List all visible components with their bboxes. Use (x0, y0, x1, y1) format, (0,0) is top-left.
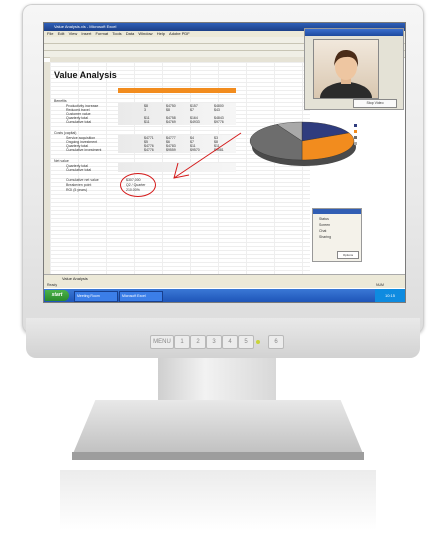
legend-swatch-2 (354, 130, 357, 133)
monitor-button-2[interactable]: 2 (190, 335, 206, 349)
panel-item[interactable]: Chat (319, 229, 326, 233)
taskbar-item[interactable]: Meeting Room (74, 291, 118, 302)
chart-legend (354, 124, 357, 145)
person-icon (320, 49, 372, 98)
monitor-button-6[interactable]: 6 (268, 335, 284, 349)
start-button[interactable]: start (45, 290, 69, 301)
panel-item[interactable]: Screen (319, 223, 330, 227)
sharing-panel[interactable]: Status Screen Chat Sharing Options (312, 208, 362, 262)
panel-item[interactable]: Sharing (319, 235, 331, 239)
panel-title-bar (313, 209, 361, 214)
webcam-feed (313, 39, 379, 99)
status-bar: Ready NUM (44, 282, 405, 288)
legend-swatch-1 (354, 124, 357, 127)
monitor-reflection (60, 470, 376, 530)
status-left: Ready (47, 283, 58, 287)
video-window[interactable]: Stop Video (304, 28, 404, 110)
status-right: NUM (376, 283, 384, 287)
sheet-tab-value-analysis[interactable]: Value Analysis (62, 276, 88, 281)
stop-video-button[interactable]: Stop Video (353, 99, 397, 108)
legend-swatch-4 (354, 142, 357, 145)
taskbar: start Meeting Room Microsoft Excel 10:15 (44, 289, 405, 302)
power-led (256, 340, 260, 344)
panel-options-button[interactable]: Options (337, 251, 359, 259)
monitor-button-5[interactable]: 5 (238, 335, 254, 349)
video-title-bar (305, 29, 403, 36)
monitor-base-edge (72, 452, 364, 460)
pie-chart (249, 121, 355, 161)
monitor-button-3[interactable]: 3 (206, 335, 222, 349)
monitor-base (72, 400, 364, 456)
legend-swatch-3 (354, 136, 357, 139)
screen: Value Analysis.xls - Microsoft Excel Fil… (43, 22, 406, 303)
monitor-button-4[interactable]: 4 (222, 335, 238, 349)
annotation-arrow (173, 132, 242, 179)
clock: 10:15 (375, 289, 405, 302)
taskbar-item[interactable]: Microsoft Excel (119, 291, 163, 302)
panel-item[interactable]: Status (319, 217, 329, 221)
monitor-menu-button[interactable]: MENU (150, 335, 174, 349)
arrow-head (173, 162, 190, 179)
monitor-button-1[interactable]: 1 (174, 335, 190, 349)
